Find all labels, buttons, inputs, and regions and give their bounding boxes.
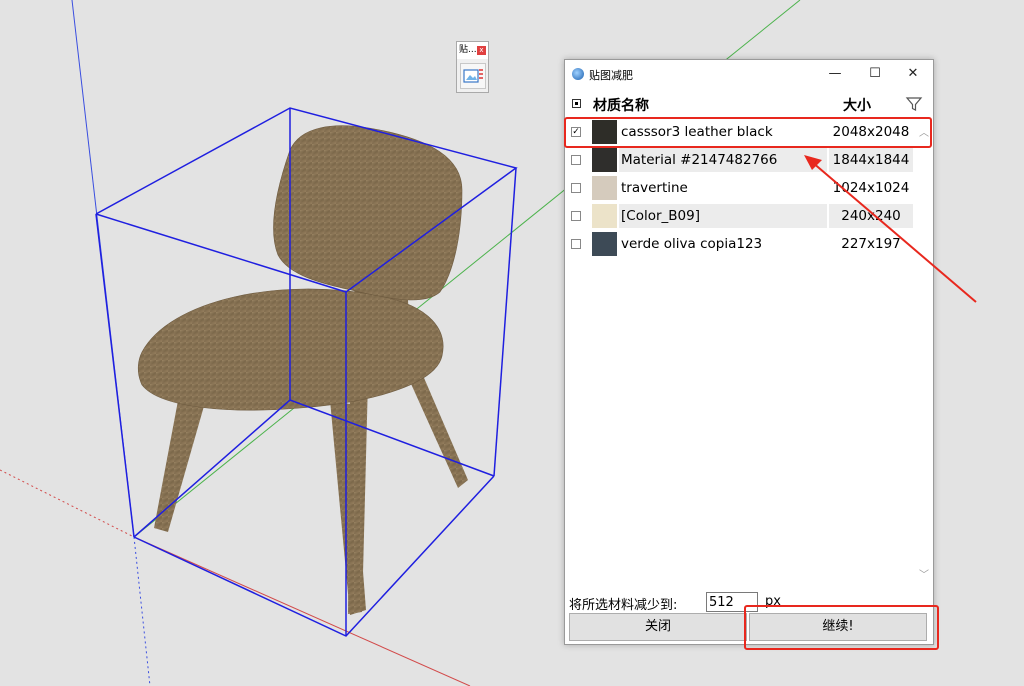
close-window-button[interactable]: ✕	[893, 60, 933, 88]
material-size: 240x240	[829, 204, 913, 228]
filter-icon[interactable]	[905, 95, 923, 113]
material-swatch	[592, 176, 617, 200]
material-swatch	[592, 204, 617, 228]
image-list-icon[interactable]	[460, 63, 486, 89]
table-row[interactable]: [Color_B09] 240x240	[565, 202, 915, 230]
toolbar-close-icon[interactable]: x	[477, 46, 486, 55]
highlight-continue-button	[744, 605, 939, 650]
material-swatch	[592, 148, 617, 172]
table-row[interactable]: travertine 1024x1024	[565, 174, 915, 202]
maximize-button[interactable]: ☐	[855, 60, 895, 88]
row-checkbox[interactable]	[571, 239, 581, 249]
dialog-title: 贴图减肥	[589, 69, 633, 82]
reduce-size-label: 将所选材料减少到:	[569, 598, 678, 613]
toolbar-title: 贴... x	[457, 42, 488, 59]
highlight-selected-row	[564, 117, 932, 148]
column-header-size[interactable]: 大小	[843, 95, 871, 115]
material-name: travertine	[621, 180, 688, 196]
plugin-toolbar: 贴... x	[456, 41, 489, 93]
sketchup-app-icon	[572, 68, 584, 80]
row-checkbox[interactable]	[571, 155, 581, 165]
toolbar-title-text: 贴...	[459, 45, 477, 55]
scroll-down-icon[interactable]: ﹀	[919, 566, 929, 581]
row-checkbox[interactable]	[571, 183, 581, 193]
row-checkbox[interactable]	[571, 211, 581, 221]
table-row[interactable]: Material #2147482766 1844x1844	[565, 146, 915, 174]
material-size: 1844x1844	[829, 148, 913, 172]
material-name: [Color_B09]	[619, 204, 827, 228]
material-swatch	[592, 232, 617, 256]
select-all-checkbox[interactable]	[572, 99, 581, 108]
column-header-name[interactable]: 材质名称	[593, 95, 649, 115]
minimize-button[interactable]: —	[815, 60, 855, 88]
dialog-titlebar[interactable]: 贴图减肥 — ☐ ✕	[565, 60, 933, 88]
material-size: 227x197	[841, 236, 901, 252]
material-name: Material #2147482766	[619, 148, 827, 172]
material-size: 1024x1024	[832, 180, 910, 196]
table-row[interactable]: verde oliva copia123 227x197	[565, 230, 915, 258]
table-header: 材质名称 大小	[565, 93, 933, 117]
material-name: verde oliva copia123	[621, 236, 763, 252]
close-button[interactable]: 关闭	[569, 613, 747, 641]
